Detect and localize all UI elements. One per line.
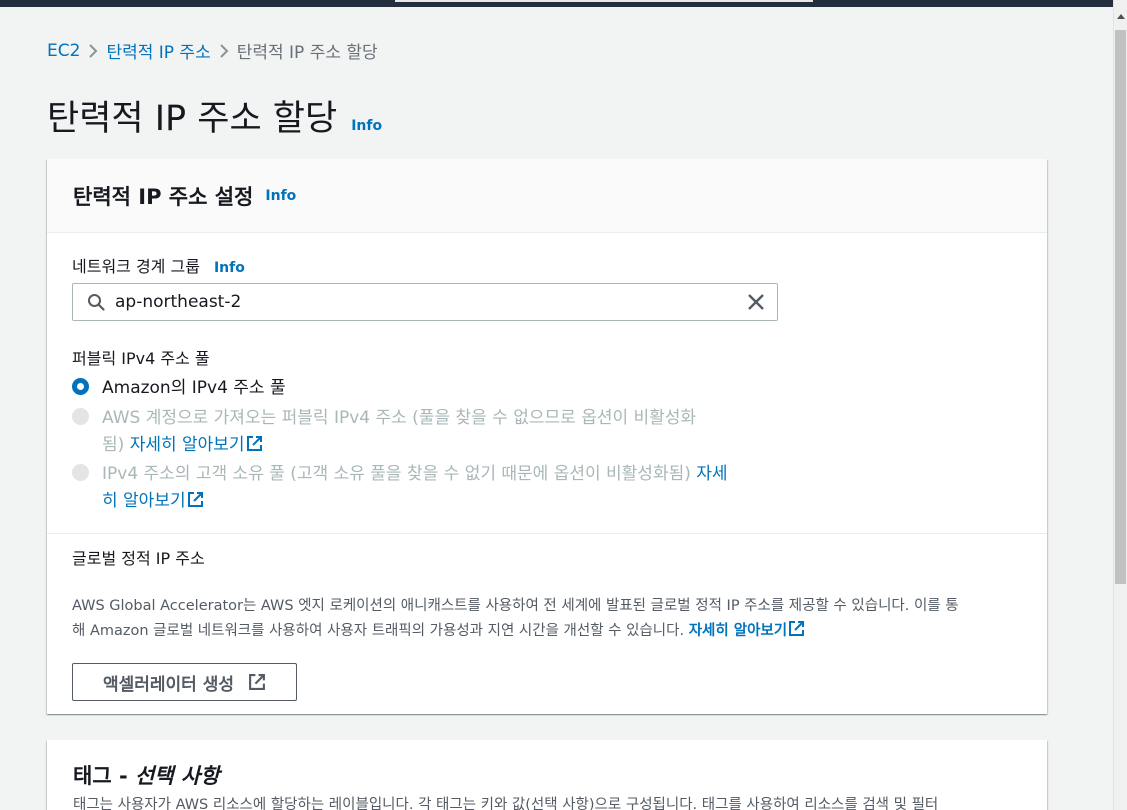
settings-info-link[interactable]: Info — [265, 188, 296, 204]
external-link-icon — [789, 621, 805, 636]
settings-panel-title: 탄력적 IP 주소 설정 — [73, 184, 254, 209]
external-link-icon — [246, 436, 262, 451]
ipv4-pool-label-text: 퍼블릭 IPv4 주소 풀 — [72, 349, 210, 368]
scrollbar-thumb[interactable] — [1115, 30, 1126, 584]
network-border-group-label: 네트워크 경계 그룹 Info — [72, 253, 245, 277]
global-static-ip-label: 글로벌 정적 IP 주소 — [72, 545, 205, 569]
page-info-link[interactable]: Info — [351, 118, 382, 134]
create-accelerator-button[interactable]: 액셀러레이터 생성 — [72, 663, 297, 701]
network-border-group-search[interactable] — [72, 283, 778, 321]
tags-title-optional: 선택 사항 — [134, 764, 220, 788]
chevron-right-icon — [211, 43, 237, 58]
scroll-up-arrow-icon[interactable] — [1117, 14, 1125, 19]
byoip-label-line1: AWS 계정으로 가져오는 퍼블릭 IPv4 주소 (풀을 찾을 수 없으므로 … — [102, 408, 697, 428]
radio-disabled — [72, 408, 89, 425]
page-title: 탄력적 IP 주소 할당 — [47, 99, 338, 139]
ipv4-pool-option-customer-owned-label: IPv4 주소의 고객 소유 풀 (고객 소유 풀을 찾을 수 없기 때문에 옵… — [102, 461, 728, 515]
settings-panel-header: 탄력적 IP 주소 설정 Info — [47, 159, 1047, 233]
tags-title-text: 태그 - — [73, 764, 135, 788]
breadcrumb-elastic-ip[interactable]: 탄력적 IP 주소 — [106, 38, 210, 63]
global-accelerator-learn-more-link[interactable]: 자세히 알아보기 — [688, 621, 805, 639]
section-divider — [47, 533, 1047, 534]
customer-owned-label-line1: IPv4 주소의 고객 소유 풀 (고객 소유 풀을 찾을 수 없기 때문에 옵… — [102, 464, 691, 484]
network-border-group-info-link[interactable]: Info — [214, 260, 245, 276]
byoip-learn-more-link[interactable]: 자세히 알아보기 — [130, 435, 263, 455]
breadcrumb-ec2[interactable]: EC2 — [47, 41, 80, 61]
global-accelerator-learn-more-text: 자세히 알아보기 — [688, 623, 788, 639]
breadcrumb: EC2 탄력적 IP 주소 탄력적 IP 주소 할당 — [47, 38, 378, 64]
global-static-ip-label-text: 글로벌 정적 IP 주소 — [72, 549, 205, 568]
ipv4-pool-option-byoip: AWS 계정으로 가져오는 퍼블릭 IPv4 주소 (풀을 찾을 수 없으므로 … — [72, 405, 696, 459]
global-accelerator-description: AWS Global Accelerator는 AWS 엣지 로케이션의 애니캐… — [72, 594, 1017, 644]
network-border-group-label-text: 네트워크 경계 그룹 — [72, 257, 200, 276]
radio-disabled — [72, 464, 89, 481]
close-icon[interactable] — [747, 293, 765, 311]
top-bar-search-slot[interactable] — [395, 0, 813, 2]
external-link-icon — [249, 674, 265, 690]
ipv4-pool-option-amazon-label: Amazon의 IPv4 주소 풀 — [102, 378, 286, 398]
global-accelerator-desc-line2: 해 Amazon 글로벌 네트워크를 사용하여 사용자 트래픽의 가용성과 지연… — [72, 623, 685, 639]
network-border-group-input[interactable] — [115, 292, 715, 312]
chevron-right-icon — [80, 43, 106, 58]
page-header: 탄력적 IP 주소 할당 Info — [47, 90, 382, 141]
create-accelerator-button-label: 액셀러레이터 생성 — [102, 674, 235, 695]
ipv4-pool-option-amazon[interactable]: Amazon의 IPv4 주소 풀 — [72, 375, 286, 402]
tags-panel-title: 태그 - 선택 사항 — [73, 760, 220, 790]
tags-panel: 태그 - 선택 사항 태그는 사용자가 AWS 리소스에 할당하는 레이블입니다… — [47, 740, 1047, 810]
customer-owned-learn-more-text: 히 알아보기 — [102, 491, 186, 511]
external-link-icon — [187, 492, 203, 507]
customer-owned-learn-more-link[interactable]: 히 알아보기 — [102, 491, 204, 511]
byoip-label-line2: 됨) — [102, 435, 125, 455]
ipv4-pool-option-byoip-label: AWS 계정으로 가져오는 퍼블릭 IPv4 주소 (풀을 찾을 수 없으므로 … — [102, 405, 696, 459]
ipv4-pool-label: 퍼블릭 IPv4 주소 풀 — [72, 345, 210, 369]
ipv4-pool-option-customer-owned: IPv4 주소의 고객 소유 풀 (고객 소유 풀을 찾을 수 없기 때문에 옵… — [72, 461, 728, 515]
breadcrumb-current: 탄력적 IP 주소 할당 — [236, 43, 378, 63]
console-top-bar — [0, 0, 1113, 7]
tags-description: 태그는 사용자가 AWS 리소스에 할당하는 레이블입니다. 각 태그는 키와 … — [73, 797, 939, 810]
byoip-learn-more-text: 자세히 알아보기 — [129, 435, 245, 455]
elastic-ip-settings-panel: 탄력적 IP 주소 설정 Info 네트워크 경계 그룹 Info 퍼블릭 IP… — [47, 159, 1047, 714]
page-scrollbar[interactable] — [1113, 0, 1127, 810]
customer-owned-learn-more-link-part1[interactable]: 자세 — [696, 464, 727, 484]
global-accelerator-desc-line1: AWS Global Accelerator는 AWS 엣지 로케이션의 애니캐… — [72, 598, 959, 614]
radio-selected[interactable] — [72, 378, 89, 395]
search-icon — [88, 294, 105, 311]
